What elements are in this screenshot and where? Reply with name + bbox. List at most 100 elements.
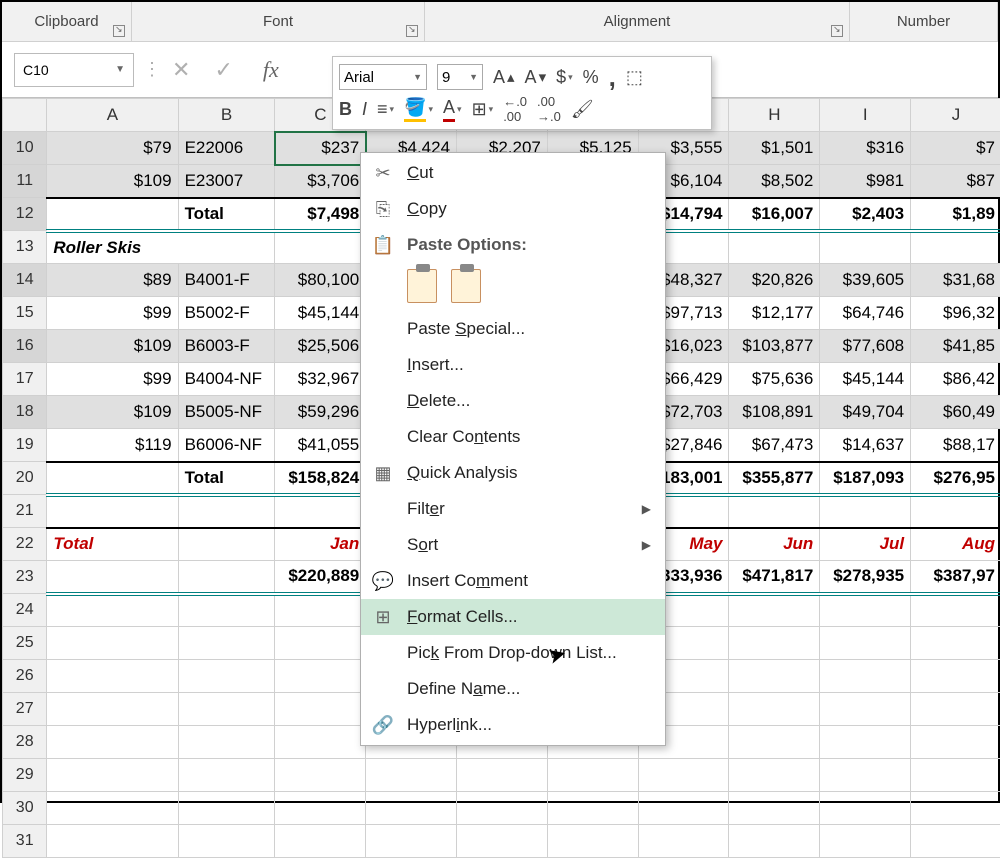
row-header[interactable]: 26 xyxy=(3,660,47,693)
cell[interactable] xyxy=(275,660,366,693)
row-header[interactable]: 10 xyxy=(3,132,47,165)
cell[interactable] xyxy=(275,693,366,726)
menu-clear-contents[interactable]: Clear Contents xyxy=(361,419,665,455)
cell[interactable] xyxy=(275,792,366,825)
row-header[interactable]: 13 xyxy=(3,231,47,264)
cell[interactable]: $39,605 xyxy=(820,264,911,297)
menu-format-cells[interactable]: ⊞Format Cells... xyxy=(361,599,665,635)
cell[interactable] xyxy=(275,627,366,660)
cell[interactable] xyxy=(275,594,366,627)
cell[interactable]: B4004-NF xyxy=(178,363,275,396)
cell[interactable]: $3,706 xyxy=(275,165,366,198)
cell[interactable]: Jul xyxy=(820,528,911,561)
increase-decimal-icon[interactable]: ←.0.00 xyxy=(503,94,527,124)
chevron-down-icon[interactable]: ▼ xyxy=(469,72,478,82)
cell[interactable] xyxy=(547,792,638,825)
row-header[interactable]: 20 xyxy=(3,462,47,495)
cell[interactable] xyxy=(178,825,275,858)
cell[interactable] xyxy=(638,792,729,825)
cell[interactable]: $86,42 xyxy=(911,363,1000,396)
cell[interactable]: B5005-NF xyxy=(178,396,275,429)
cell[interactable]: $31,68 xyxy=(911,264,1000,297)
cell[interactable] xyxy=(729,759,820,792)
cell[interactable]: $45,144 xyxy=(275,297,366,330)
row-header[interactable]: 31 xyxy=(3,825,47,858)
cell[interactable] xyxy=(47,198,178,231)
menu-sort[interactable]: Sort▶ xyxy=(361,527,665,563)
menu-insert-comment[interactable]: 💬Insert Comment xyxy=(361,563,665,599)
cell[interactable]: $88,17 xyxy=(911,429,1000,462)
row-header[interactable]: 24 xyxy=(3,594,47,627)
cell[interactable] xyxy=(820,594,911,627)
cell[interactable]: $77,608 xyxy=(820,330,911,363)
cell[interactable] xyxy=(911,792,1000,825)
cell[interactable]: Jun xyxy=(729,528,820,561)
cell[interactable] xyxy=(820,660,911,693)
cell[interactable] xyxy=(457,825,548,858)
menu-quick-analysis[interactable]: ▦Quick Analysis xyxy=(361,455,665,491)
cell[interactable] xyxy=(457,759,548,792)
chevron-down-icon[interactable]: ▼ xyxy=(413,72,422,82)
cell[interactable]: $109 xyxy=(47,396,178,429)
cell[interactable]: B6003-F xyxy=(178,330,275,363)
cell[interactable]: $158,824 xyxy=(275,462,366,495)
cell[interactable] xyxy=(547,825,638,858)
cell[interactable] xyxy=(275,726,366,759)
menu-delete[interactable]: Delete... xyxy=(361,383,665,419)
row-header[interactable]: 27 xyxy=(3,693,47,726)
column-header[interactable]: B xyxy=(178,99,275,132)
row-header[interactable]: 18 xyxy=(3,396,47,429)
cell[interactable] xyxy=(729,825,820,858)
cancel-icon[interactable]: ✕ xyxy=(172,57,190,83)
cell[interactable]: B4001-F xyxy=(178,264,275,297)
cell[interactable]: $41,055 xyxy=(275,429,366,462)
cell[interactable] xyxy=(47,627,178,660)
fx-icon[interactable]: fx xyxy=(263,57,279,83)
row-header[interactable]: 22 xyxy=(3,528,47,561)
cell[interactable] xyxy=(275,231,366,264)
row-header[interactable]: 25 xyxy=(3,627,47,660)
row-header[interactable]: 16 xyxy=(3,330,47,363)
cell[interactable]: $59,296 xyxy=(275,396,366,429)
cell[interactable] xyxy=(178,759,275,792)
cell[interactable] xyxy=(820,792,911,825)
row-header[interactable]: 14 xyxy=(3,264,47,297)
cell[interactable] xyxy=(911,759,1000,792)
cell[interactable] xyxy=(47,726,178,759)
cell[interactable]: $75,636 xyxy=(729,363,820,396)
cell[interactable]: $87 xyxy=(911,165,1000,198)
cell[interactable]: $1,501 xyxy=(729,132,820,165)
fill-color-icon[interactable]: 🪣▾ xyxy=(404,97,433,122)
cell[interactable]: $80,100 xyxy=(275,264,366,297)
cell[interactable]: $187,093 xyxy=(820,462,911,495)
row-header[interactable]: 15 xyxy=(3,297,47,330)
cell[interactable] xyxy=(911,693,1000,726)
cell[interactable]: $355,877 xyxy=(729,462,820,495)
select-all-corner[interactable] xyxy=(3,99,47,132)
row-header[interactable]: 17 xyxy=(3,363,47,396)
chevron-down-icon[interactable]: ▼ xyxy=(115,64,125,75)
cell[interactable] xyxy=(911,660,1000,693)
cell[interactable]: $2,403 xyxy=(820,198,911,231)
cell[interactable] xyxy=(366,759,457,792)
cell[interactable]: $49,704 xyxy=(820,396,911,429)
column-header[interactable]: J xyxy=(911,99,1000,132)
cell[interactable] xyxy=(178,792,275,825)
cell[interactable] xyxy=(638,759,729,792)
cell[interactable]: $16,007 xyxy=(729,198,820,231)
cell[interactable]: $64,746 xyxy=(820,297,911,330)
column-header[interactable]: I xyxy=(820,99,911,132)
percent-format-icon[interactable]: % xyxy=(583,67,599,88)
borders-icon[interactable]: ⊞▾ xyxy=(472,99,494,120)
cell[interactable] xyxy=(457,792,548,825)
section-header-cell[interactable]: Roller Skis xyxy=(47,231,275,264)
cell[interactable] xyxy=(820,231,911,264)
cell[interactable]: Total xyxy=(47,528,178,561)
column-header[interactable]: A xyxy=(47,99,178,132)
accounting-format-icon[interactable]: $▾ xyxy=(556,67,573,88)
cell[interactable] xyxy=(638,825,729,858)
cell[interactable]: $41,85 xyxy=(911,330,1000,363)
cell[interactable] xyxy=(729,660,820,693)
row-header[interactable]: 29 xyxy=(3,759,47,792)
cell[interactable] xyxy=(275,825,366,858)
